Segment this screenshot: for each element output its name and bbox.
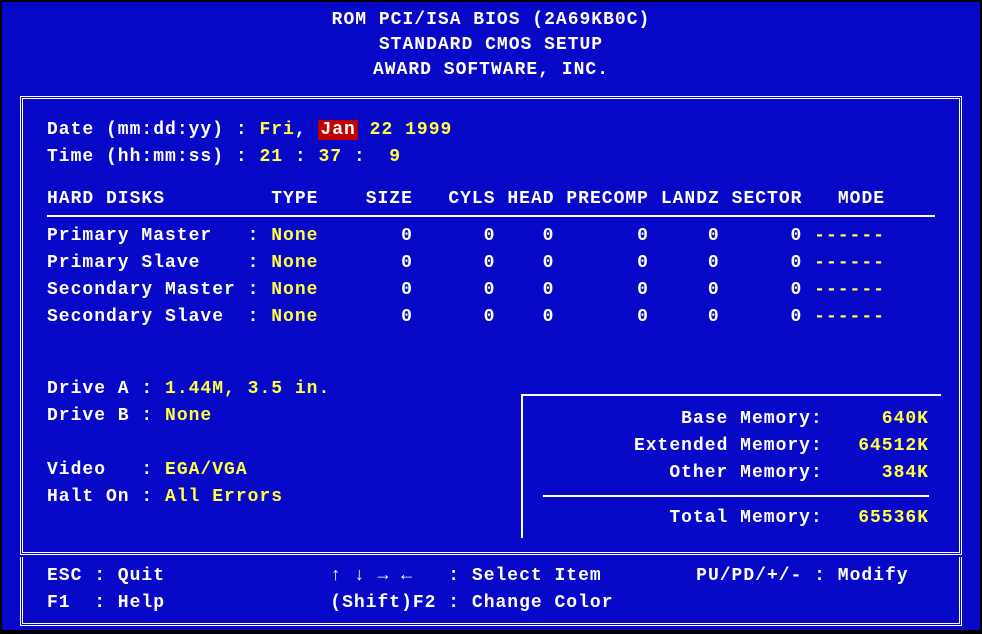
footer-help: ESC : Quit ↑ ↓ → ← : Select Item PU/PD/+… <box>20 557 962 626</box>
mem-base: Base Memory: 640K <box>543 406 929 433</box>
mem-total: Total Memory: 65536K <box>543 505 929 532</box>
disk-type[interactable]: None <box>271 280 318 300</box>
mem-divider <box>543 495 929 497</box>
col-type: TYPE <box>271 189 318 209</box>
disk-name: Primary Master <box>47 226 236 246</box>
col-harddisks: HARD DISKS <box>47 189 165 209</box>
video-value[interactable]: EGA/VGA <box>165 460 248 480</box>
main-panel: Date (mm:dd:yy) : Fri, Jan 22 1999 Time … <box>20 96 962 555</box>
col-cyls: CYLS <box>448 189 495 209</box>
key-f1: F1 : Help <box>47 593 165 613</box>
time-hh[interactable]: 21 <box>259 147 283 167</box>
key-modify: PU/PD/+/- : Modify <box>696 566 908 586</box>
drive-a-label: Drive A : <box>47 379 165 399</box>
key-shiftf2: (Shift)F2 : Change Color <box>330 593 613 613</box>
date-label: Date (mm:dd:yy) : <box>47 120 259 140</box>
col-sector: SECTOR <box>732 189 803 209</box>
key-arrows: ↑ ↓ → ← : Select Item <box>330 566 601 586</box>
disk-mode[interactable]: ------ <box>814 307 885 327</box>
key-esc: ESC : Quit <box>47 566 165 586</box>
memory-panel: Base Memory: 640K Extended Memory: 64512… <box>521 394 941 538</box>
disk-values: 0 0 0 0 0 0 <box>318 253 814 273</box>
time-row: Time (hh:mm:ss) : 21 : 37 : 9 <box>47 144 935 171</box>
drive-b-label: Drive B : <box>47 406 165 426</box>
date-daynum[interactable]: 22 <box>370 120 394 140</box>
bios-header: ROM PCI/ISA BIOS (2A69KB0C) STANDARD CMO… <box>2 2 980 84</box>
video-label: Video : <box>47 460 165 480</box>
disk-type[interactable]: None <box>271 307 318 327</box>
drive-b-value[interactable]: None <box>165 406 212 426</box>
mem-extended: Extended Memory: 64512K <box>543 433 929 460</box>
col-mode: MODE <box>838 189 885 209</box>
disk-values: 0 0 0 0 0 0 <box>318 307 814 327</box>
disk-type[interactable]: None <box>271 253 318 273</box>
bios-screen: ROM PCI/ISA BIOS (2A69KB0C) STANDARD CMO… <box>2 2 980 630</box>
col-head: HEAD <box>507 189 554 209</box>
time-mm[interactable]: 37 <box>318 147 342 167</box>
header-line-2: STANDARD CMOS SETUP <box>2 33 980 58</box>
disk-row-2[interactable]: Secondary Master : None 0 0 0 0 0 0 ----… <box>47 277 935 304</box>
disk-row-0[interactable]: Primary Master : None 0 0 0 0 0 0 ------ <box>47 223 935 250</box>
date-year[interactable]: 1999 <box>405 120 452 140</box>
disk-row-1[interactable]: Primary Slave : None 0 0 0 0 0 0 ------ <box>47 250 935 277</box>
disk-mode[interactable]: ------ <box>814 226 885 246</box>
disk-name: Secondary Slave <box>47 307 236 327</box>
mem-other: Other Memory: 384K <box>543 460 929 487</box>
time-label: Time (hh:mm:ss) : <box>47 147 259 167</box>
divider-top <box>47 215 935 217</box>
disk-mode[interactable]: ------ <box>814 253 885 273</box>
disk-values: 0 0 0 0 0 0 <box>318 280 814 300</box>
disk-type[interactable]: None <box>271 226 318 246</box>
col-precomp: PRECOMP <box>566 189 649 209</box>
date-day[interactable]: Fri <box>259 120 294 140</box>
date-month-selected[interactable]: Jan <box>318 120 357 140</box>
col-size: SIZE <box>366 189 413 209</box>
disk-name: Secondary Master <box>47 280 236 300</box>
halt-label: Halt On : <box>47 487 165 507</box>
disk-row-3[interactable]: Secondary Slave : None 0 0 0 0 0 0 -----… <box>47 304 935 331</box>
header-line-3: AWARD SOFTWARE, INC. <box>2 58 980 83</box>
col-landz: LANDZ <box>661 189 720 209</box>
disk-table-header: HARD DISKS TYPE SIZE CYLS HEAD PRECOMP L… <box>47 189 935 209</box>
date-row: Date (mm:dd:yy) : Fri, Jan 22 1999 <box>47 117 935 144</box>
disk-values: 0 0 0 0 0 0 <box>318 226 814 246</box>
header-line-1: ROM PCI/ISA BIOS (2A69KB0C) <box>2 8 980 33</box>
disk-mode[interactable]: ------ <box>814 280 885 300</box>
halt-value[interactable]: All Errors <box>165 487 283 507</box>
disk-name: Primary Slave <box>47 253 236 273</box>
time-ss[interactable]: 9 <box>377 147 401 167</box>
drive-a-value[interactable]: 1.44M, 3.5 in. <box>165 379 330 399</box>
